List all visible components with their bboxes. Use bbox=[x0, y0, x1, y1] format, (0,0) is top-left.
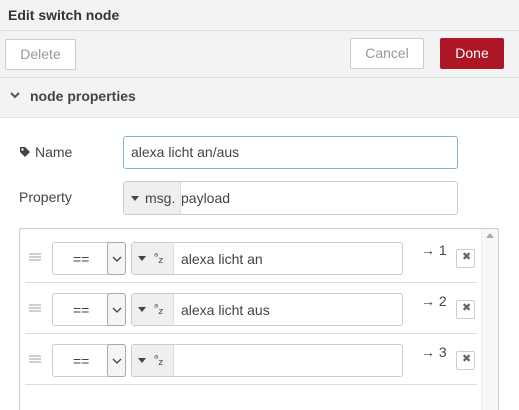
close-icon: ✖ bbox=[462, 302, 472, 314]
operator-select[interactable]: == bbox=[52, 242, 126, 275]
scroll-up-icon[interactable] bbox=[486, 233, 494, 238]
cancel-button[interactable]: Cancel bbox=[350, 38, 424, 69]
drag-handle-icon[interactable] bbox=[29, 355, 41, 364]
rule-type-select[interactable]: ᵃz bbox=[132, 345, 174, 376]
az-string-icon: ᵃz bbox=[154, 352, 164, 369]
name-label: Name bbox=[35, 144, 73, 160]
close-icon: ✖ bbox=[462, 353, 472, 365]
rule-value-input[interactable]: ᵃz alexa licht aus bbox=[131, 293, 403, 326]
rule-type-select[interactable]: ᵃz bbox=[132, 243, 174, 274]
operator-value: == bbox=[73, 353, 90, 369]
select-arrow-icon[interactable] bbox=[107, 344, 126, 377]
caret-down-icon bbox=[138, 256, 146, 261]
close-icon: ✖ bbox=[462, 251, 472, 263]
rule-value-text: alexa licht aus bbox=[181, 302, 270, 318]
section-header-node-properties[interactable]: node properties bbox=[0, 78, 519, 118]
property-input[interactable]: msg. payload bbox=[123, 181, 458, 215]
chevron-down-icon bbox=[10, 92, 20, 99]
caret-down-icon bbox=[138, 358, 146, 363]
select-arrow-icon[interactable] bbox=[107, 293, 126, 326]
property-value: payload bbox=[181, 190, 231, 206]
remove-rule-button[interactable]: ✖ bbox=[456, 300, 475, 319]
property-type-select[interactable]: msg. bbox=[124, 182, 181, 214]
drag-handle-icon[interactable] bbox=[29, 304, 41, 313]
operator-select[interactable]: == bbox=[52, 293, 126, 326]
rule-output-label: → 1 bbox=[421, 242, 447, 258]
property-type-label: msg. bbox=[145, 190, 176, 206]
rule-value-text: alexa licht an bbox=[181, 251, 263, 267]
drag-handle-icon[interactable] bbox=[29, 253, 41, 262]
caret-down-icon bbox=[138, 307, 146, 312]
az-string-icon: ᵃz bbox=[154, 301, 164, 318]
rule-value-input[interactable]: ᵃz alexa licht an bbox=[131, 242, 403, 275]
scrollbar[interactable] bbox=[481, 229, 498, 410]
dialog-toolbar: Delete Cancel Done bbox=[0, 31, 519, 78]
tag-icon bbox=[20, 147, 30, 157]
rule-row: == ᵃz → 3 ✖ bbox=[25, 334, 477, 385]
select-arrow-icon[interactable] bbox=[107, 242, 126, 275]
az-string-icon: ᵃz bbox=[154, 250, 164, 267]
dialog-title: Edit switch node bbox=[0, 0, 519, 31]
name-input[interactable]: alexa licht an/aus bbox=[123, 136, 458, 169]
rule-output-label: → 2 bbox=[421, 293, 447, 309]
operator-value: == bbox=[73, 251, 90, 267]
rule-type-select[interactable]: ᵃz bbox=[132, 294, 174, 325]
operator-value: == bbox=[73, 302, 90, 318]
remove-rule-button[interactable]: ✖ bbox=[456, 351, 475, 370]
property-label: Property bbox=[19, 189, 72, 205]
operator-select[interactable]: == bbox=[52, 344, 126, 377]
rule-row: == ᵃz alexa licht aus → 2 ✖ bbox=[25, 283, 477, 334]
done-button[interactable]: Done bbox=[440, 38, 504, 69]
caret-down-icon bbox=[131, 196, 139, 201]
rule-output-label: → 3 bbox=[421, 344, 447, 360]
delete-button[interactable]: Delete bbox=[5, 39, 76, 70]
rules-list: == ᵃz alexa licht an → 1 ✖ == ᵃz alexa l… bbox=[19, 228, 499, 410]
rule-row: == ᵃz alexa licht an → 1 ✖ bbox=[25, 232, 477, 283]
remove-rule-button[interactable]: ✖ bbox=[456, 249, 475, 268]
section-title: node properties bbox=[30, 88, 136, 104]
rule-value-input[interactable]: ᵃz bbox=[131, 344, 403, 377]
